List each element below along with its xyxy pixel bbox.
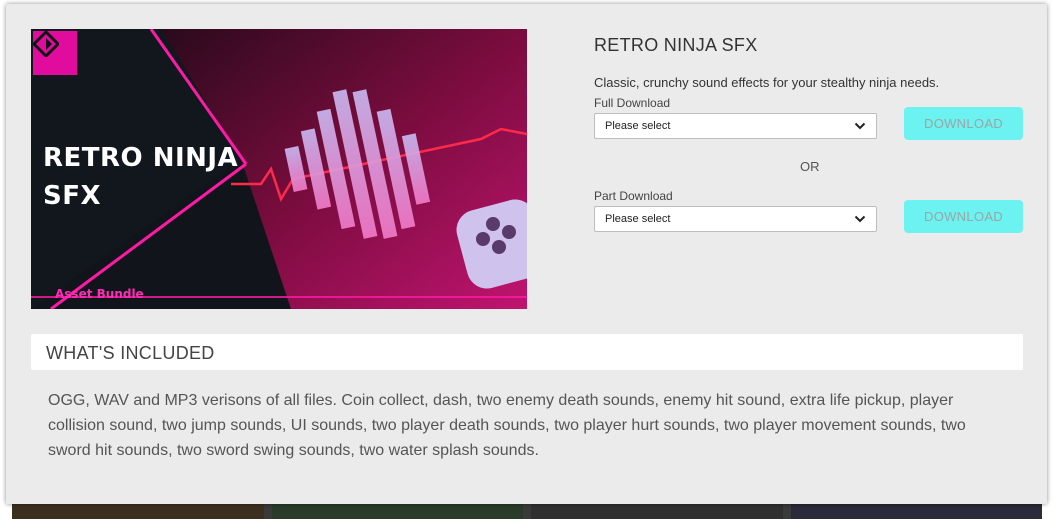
or-separator: OR [800,159,820,174]
full-download-button[interactable]: DOWNLOAD [904,107,1023,140]
whats-included-text: OGG, WAV and MP3 verisons of all files. … [48,392,966,459]
chevron-down-icon [854,122,866,130]
part-download-button[interactable]: DOWNLOAD [904,200,1023,233]
whats-included-header: WHAT'S INCLUDED [31,334,1023,370]
product-hero-image: RETRO NINJA SFX Asset Bundle [31,29,527,309]
product-description: Classic, crunchy sound effects for your … [594,75,940,90]
part-download-select-value: Please select [605,213,671,225]
full-download-select-value: Please select [605,120,671,132]
whats-included-title: WHAT'S INCLUDED [46,343,215,363]
chevron-down-icon [854,215,866,223]
full-download-select[interactable]: Please select [594,113,877,139]
part-download-select[interactable]: Please select [594,206,877,232]
product-title: RETRO NINJA SFX [594,35,758,55]
product-modal: RETRO NINJA SFX Asset Bundle RETRO NINJA… [6,4,1047,504]
full-download-label: Full Download [594,96,671,110]
gamemaker-logo-icon [33,31,77,75]
hero-tag: Asset Bundle [55,287,144,301]
part-download-label: Part Download [594,189,673,203]
hero-title: RETRO NINJA SFX [43,143,239,211]
